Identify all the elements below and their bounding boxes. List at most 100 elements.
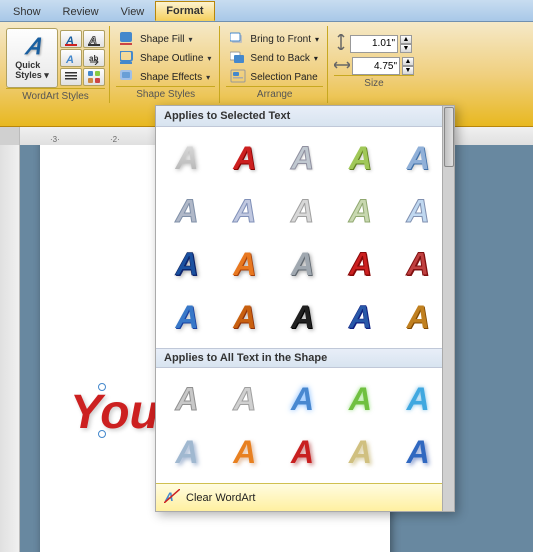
arrange-group: Bring to Front ▾ Send to Back ▾ Selectio… — [222, 26, 328, 103]
tab-bar: Show Review View Format — [0, 0, 533, 22]
styles-grid-2: A A A A A A A A A A — [156, 368, 454, 483]
shape-outline-dropdown-icon[interactable]: ▾ — [207, 54, 211, 63]
ribbon-content: 𝐴 QuickStyles ▾ A A A — [0, 22, 533, 105]
wordart-style-s2-1-2[interactable]: A — [220, 374, 270, 424]
wordart-style-4-4[interactable]: A — [335, 292, 385, 342]
wordart-style-4-5[interactable]: A — [393, 292, 443, 342]
vertical-ruler — [0, 145, 20, 552]
dropdown-header-all: Applies to All Text in the Shape — [156, 348, 454, 368]
wordart-style-3-3[interactable]: A — [278, 239, 328, 289]
send-to-back-dropdown[interactable]: ▾ — [314, 54, 318, 63]
wordart-style-4-1[interactable]: A — [162, 292, 212, 342]
bring-to-front-icon — [230, 31, 246, 48]
clear-wordart-label: Clear WordArt — [186, 492, 255, 504]
height-icon — [334, 34, 348, 53]
shape-outline-label: Shape Outline — [140, 53, 203, 64]
align-text-button[interactable] — [60, 68, 82, 86]
text-fill-button[interactable]: A — [60, 30, 82, 48]
scrollbar-thumb[interactable] — [444, 107, 454, 167]
send-to-back-button[interactable]: Send to Back ▾ — [226, 49, 323, 67]
format-btn-row-3 — [60, 68, 105, 86]
wordart-style-3-5[interactable]: A — [393, 239, 443, 289]
selection-pane-button[interactable]: Selection Pane — [226, 68, 323, 86]
shape-outline-button[interactable]: Shape Outline ▾ — [116, 49, 215, 67]
shape-fill-icon — [120, 32, 136, 46]
shape-styles-label: Shape Styles — [116, 86, 215, 102]
shape-effects-button[interactable]: Shape Effects ▾ — [116, 68, 215, 86]
send-to-back-label: Send to Back — [250, 53, 309, 64]
wordart-style-s2-1-3[interactable]: A — [278, 374, 328, 424]
size-label: Size — [334, 75, 414, 91]
wordart-styles-label: WordArt Styles — [6, 88, 105, 104]
shape-fill-dropdown-icon[interactable]: ▾ — [188, 35, 192, 44]
width-spin[interactable]: ▲ ▼ — [402, 57, 414, 75]
send-to-back-icon — [230, 50, 246, 67]
wordart-styles-group: 𝐴 QuickStyles ▾ A A A — [2, 26, 110, 103]
width-up-arrow[interactable]: ▲ — [402, 57, 414, 66]
clear-wordart-icon: A — [164, 489, 180, 506]
wordart-style-1-4[interactable]: A — [335, 133, 385, 183]
wordart-style-3-2[interactable]: A — [220, 239, 270, 289]
wordart-style-3-1[interactable]: A — [162, 239, 212, 289]
size-group: ▲ ▼ ▲ ▼ Size — [330, 26, 418, 103]
wordart-style-3-4[interactable]: A — [335, 239, 385, 289]
wordart-style-s2-2-2[interactable]: A — [220, 427, 270, 477]
height-spin[interactable]: ▲ ▼ — [400, 35, 412, 53]
shape-fill-button[interactable]: Shape Fill ▾ — [116, 30, 215, 48]
height-input[interactable] — [350, 35, 398, 53]
height-down-arrow[interactable]: ▼ — [400, 44, 412, 53]
text-direction-button[interactable]: ab — [83, 49, 105, 67]
ruler-corner — [0, 127, 20, 145]
format-text-buttons: A A A ab — [60, 28, 105, 86]
wordart-style-1-2[interactable]: A — [220, 133, 270, 183]
wordart-style-4-3[interactable]: A — [278, 292, 328, 342]
selection-pane-icon — [230, 69, 246, 86]
wordart-style-1-5[interactable]: A — [393, 133, 443, 183]
shape-effects-label: Shape Effects — [140, 72, 202, 83]
shape-fill-label: Shape Fill — [140, 34, 184, 45]
wordart-style-s2-1-1[interactable]: A — [162, 374, 212, 424]
wordart-style-2-5[interactable]: A — [393, 186, 443, 236]
tab-view[interactable]: View — [110, 1, 156, 21]
dropdown-scrollbar[interactable] — [442, 106, 454, 511]
wordart-style-2-4[interactable]: A — [335, 186, 385, 236]
selection-pane-label: Selection Pane — [250, 72, 317, 83]
wordart-style-s2-2-4[interactable]: A — [335, 427, 385, 477]
arrange-btns: Bring to Front ▾ Send to Back ▾ Selectio… — [226, 26, 323, 86]
wordart-style-1-3[interactable]: A — [278, 133, 328, 183]
shape-styles-group: Shape Fill ▾ Shape Outline ▾ Shape Effec… — [112, 26, 220, 103]
wordart-style-s2-2-3[interactable]: A — [278, 427, 328, 477]
width-down-arrow[interactable]: ▼ — [402, 66, 414, 75]
text-effects-button[interactable]: A — [60, 49, 82, 67]
wordart-style-4-2[interactable]: A — [220, 292, 270, 342]
bring-to-front-dropdown[interactable]: ▾ — [315, 35, 319, 44]
wordart-style-s2-1-4[interactable]: A — [335, 374, 385, 424]
wordart-style-2-1[interactable]: A — [162, 186, 212, 236]
shape-btns: Shape Fill ▾ Shape Outline ▾ Shape Effec… — [116, 26, 215, 86]
text-outline-button[interactable]: A — [83, 30, 105, 48]
wordart-style-s2-2-1[interactable]: A — [162, 427, 212, 477]
wordart-style-s2-1-5[interactable]: A — [393, 374, 443, 424]
wordart-style-2-3[interactable]: A — [278, 186, 328, 236]
width-input[interactable] — [352, 57, 400, 75]
height-input-row: ▲ ▼ — [334, 34, 414, 53]
shape-effects-dropdown-icon[interactable]: ▾ — [206, 73, 210, 82]
quick-styles-icon: 𝐴 — [25, 36, 40, 58]
clear-wordart-button[interactable]: A Clear WordArt — [156, 483, 454, 511]
dropdown-header-selected: Applies to Selected Text — [156, 106, 454, 127]
bring-to-front-label: Bring to Front — [250, 34, 311, 45]
wordart-style-2-2[interactable]: A — [220, 186, 270, 236]
bring-to-front-button[interactable]: Bring to Front ▾ — [226, 30, 323, 48]
tab-show[interactable]: Show — [2, 1, 52, 21]
styles-grid-1: A A A A A A A A A A A A A A A A A A A A — [156, 127, 454, 348]
format-btn-row-2: A ab — [60, 49, 105, 67]
format-btn-row-1: A A — [60, 30, 105, 48]
tab-review[interactable]: Review — [52, 1, 110, 21]
quick-styles-label: QuickStyles ▾ — [15, 60, 49, 81]
tab-format[interactable]: Format — [155, 1, 214, 21]
convert-to-smartart-button[interactable] — [83, 68, 105, 86]
quick-styles-button[interactable]: 𝐴 QuickStyles ▾ — [6, 28, 58, 88]
height-up-arrow[interactable]: ▲ — [400, 35, 412, 44]
wordart-style-s2-2-5[interactable]: A — [393, 427, 443, 477]
wordart-style-1-1[interactable]: A — [162, 133, 212, 183]
